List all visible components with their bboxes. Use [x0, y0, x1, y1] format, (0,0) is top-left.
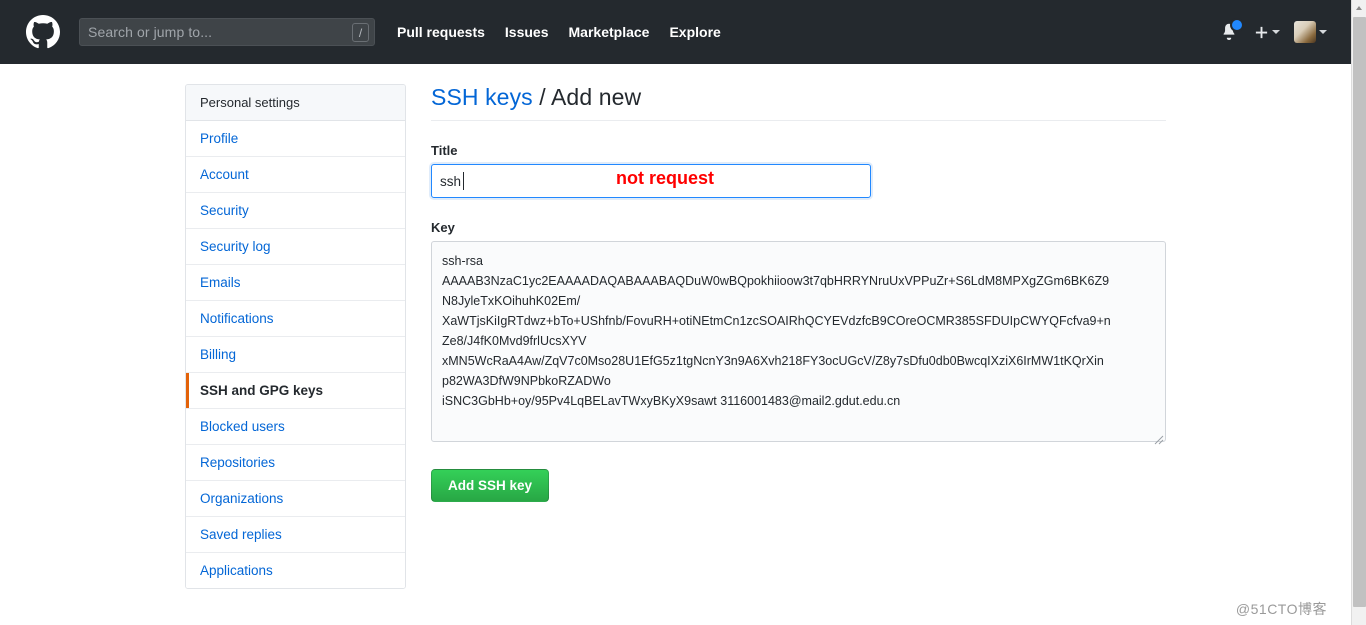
sidebar-item-security[interactable]: Security [186, 193, 405, 229]
sidebar-item-blocked-users[interactable]: Blocked users [186, 409, 405, 445]
search-placeholder-text: Search or jump to... [88, 24, 213, 40]
sidebar-item-ssh-and-gpg-keys[interactable]: SSH and GPG keys [186, 373, 405, 409]
settings-sidebar: Personal settings Profile Account Securi… [185, 84, 406, 589]
sidebar-item-account[interactable]: Account [186, 157, 405, 193]
user-menu-button[interactable] [1294, 21, 1327, 43]
chevron-down-icon [1319, 30, 1327, 34]
breadcrumb-link-ssh-keys[interactable]: SSH keys [431, 84, 533, 110]
nav-link-explore[interactable]: Explore [669, 24, 720, 40]
primary-nav: Pull requests Issues Marketplace Explore [397, 24, 721, 40]
scrollbar-up-arrow-icon[interactable] [1352, 0, 1366, 16]
notifications-button[interactable] [1220, 18, 1244, 42]
title-field-group: not request [431, 164, 871, 198]
text-cursor [463, 172, 464, 190]
add-ssh-key-button[interactable]: Add SSH key [431, 469, 550, 502]
sidebar-item-organizations[interactable]: Organizations [186, 481, 405, 517]
key-field-group [431, 241, 1166, 447]
github-mark-icon[interactable] [26, 15, 60, 49]
chevron-down-icon [1272, 30, 1280, 34]
sidebar-item-repositories[interactable]: Repositories [186, 445, 405, 481]
title-field-label: Title [431, 143, 458, 158]
page-scrollbar[interactable] [1351, 0, 1366, 625]
create-new-button[interactable] [1254, 25, 1280, 40]
plus-icon [1255, 26, 1268, 38]
search-input[interactable]: Search or jump to... / [79, 18, 375, 46]
header-actions [1220, 18, 1337, 43]
page-body: Personal settings Profile Account Securi… [0, 64, 1351, 625]
settings-layout: Personal settings Profile Account Securi… [185, 84, 1185, 589]
nav-link-marketplace[interactable]: Marketplace [569, 24, 650, 40]
nav-link-pull-requests[interactable]: Pull requests [397, 24, 485, 40]
scrollbar-thumb[interactable] [1353, 17, 1366, 607]
notification-unread-dot [1230, 18, 1244, 32]
sidebar-item-profile[interactable]: Profile [186, 121, 405, 157]
sidebar-item-security-log[interactable]: Security log [186, 229, 405, 265]
key-field-label: Key [431, 220, 455, 235]
search-shortcut-key: / [352, 23, 369, 42]
watermark: @51CTO博客 [1235, 601, 1327, 617]
key-textarea[interactable] [431, 241, 1166, 442]
sidebar-item-applications[interactable]: Applications [186, 553, 405, 588]
title-input[interactable] [431, 164, 871, 198]
nav-link-issues[interactable]: Issues [505, 24, 549, 40]
sidebar-item-saved-replies[interactable]: Saved replies [186, 517, 405, 553]
page-title: SSH keys / Add new [431, 84, 1166, 121]
main-content: SSH keys / Add new Title not request Key… [431, 84, 1166, 502]
sidebar-title: Personal settings [186, 85, 405, 121]
sidebar-item-billing[interactable]: Billing [186, 337, 405, 373]
top-navigation-bar: Search or jump to... / Pull requests Iss… [0, 0, 1351, 64]
breadcrumb-current: Add new [550, 84, 642, 110]
sidebar-item-emails[interactable]: Emails [186, 265, 405, 301]
avatar [1294, 21, 1316, 43]
breadcrumb-separator: / [532, 84, 551, 110]
sidebar-item-notifications[interactable]: Notifications [186, 301, 405, 337]
